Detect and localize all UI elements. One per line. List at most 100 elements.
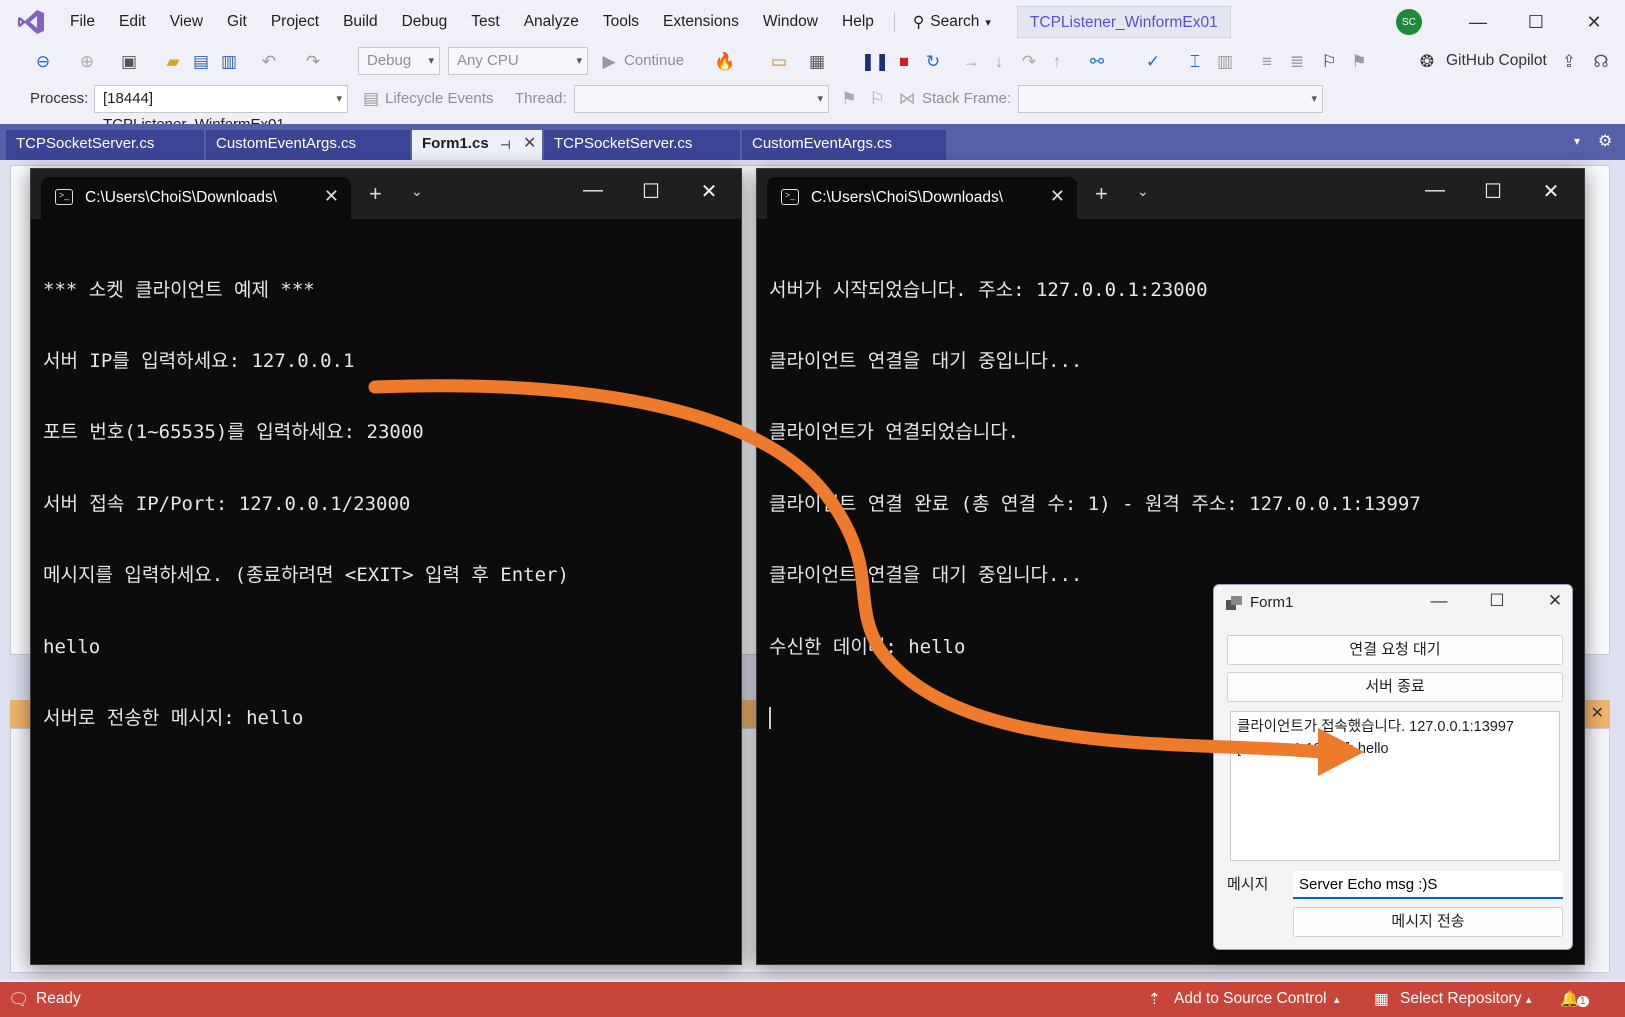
step-into-icon[interactable]: ↓ bbox=[988, 51, 1010, 73]
step-out-icon[interactable]: ↑ bbox=[1046, 51, 1068, 73]
process-dropdown[interactable]: [18444] TCPListener_WinformEx01. bbox=[94, 85, 348, 133]
terminal-line: 서버로 전송한 메시지: hello bbox=[43, 706, 304, 729]
close-icon[interactable]: ✕ bbox=[691, 179, 727, 204]
share-icon[interactable]: ⇪ bbox=[1558, 51, 1580, 73]
terminal-line: 서버 IP를 입력하세요: 127.0.0.1 bbox=[43, 349, 355, 372]
add-to-source-control-button[interactable]: Add to Source Control bbox=[1174, 990, 1327, 1008]
diagnostics-icon[interactable]: ⚯ bbox=[1086, 51, 1108, 73]
menu-help[interactable]: Help bbox=[830, 6, 886, 38]
stack-frame-dropdown[interactable] bbox=[1018, 85, 1323, 113]
search-button[interactable]: ⚲ Search ▾ bbox=[903, 13, 1001, 32]
tab-customeventargs-2[interactable]: CustomEventArgs.cs bbox=[742, 130, 946, 160]
chevron-down-icon[interactable]: ⌄ bbox=[1137, 183, 1149, 200]
columns-icon[interactable]: ▥ bbox=[1214, 51, 1236, 73]
back-icon[interactable]: ⊖ bbox=[32, 51, 54, 73]
stop-debugging-icon[interactable]: ■ bbox=[893, 51, 915, 73]
pin-icon[interactable]: ⊣ bbox=[500, 131, 511, 159]
tab-tcpsocketserver[interactable]: TCPSocketServer.cs bbox=[6, 130, 204, 160]
minimize-icon[interactable]: — bbox=[1422, 591, 1456, 611]
gear-icon[interactable]: ⚙ bbox=[1598, 131, 1612, 151]
terminal-tab[interactable]: >_ C:\Users\ChoiS\Downloads\ ✕ bbox=[41, 177, 351, 219]
terminal-titlebar: >_ C:\Users\ChoiS\Downloads\ ✕ + ⌄ — ☐ ✕ bbox=[757, 169, 1584, 219]
outdent-icon[interactable]: ≣ bbox=[1286, 51, 1308, 73]
menu-test[interactable]: Test bbox=[459, 6, 511, 38]
spell-check-icon[interactable]: ✓ bbox=[1142, 51, 1164, 73]
close-tab-icon[interactable]: ✕ bbox=[324, 186, 339, 207]
tab-form1[interactable]: Form1.cs ⊣ ✕ bbox=[412, 130, 542, 160]
close-icon[interactable]: ✕ bbox=[1574, 8, 1614, 36]
tab-customeventargs[interactable]: CustomEventArgs.cs bbox=[206, 130, 410, 160]
account-avatar[interactable]: SC bbox=[1396, 9, 1422, 35]
log-item[interactable]: 클라이언트가 접속했습니다. 127.0.0.1:13997 bbox=[1237, 716, 1553, 738]
bookmark-icon[interactable]: ⚐ bbox=[1318, 51, 1340, 73]
chevron-up-icon: ▴ bbox=[1526, 994, 1532, 1006]
restart-icon[interactable]: ↻ bbox=[922, 51, 944, 73]
save-icon[interactable]: ▤ bbox=[190, 51, 212, 73]
chevron-down-icon[interactable]: ⌄ bbox=[411, 183, 423, 200]
close-icon[interactable]: ✕ bbox=[1538, 591, 1572, 611]
maximize-icon[interactable]: ☐ bbox=[1480, 591, 1514, 611]
maximize-icon[interactable]: ☐ bbox=[1516, 8, 1556, 36]
select-icon[interactable]: ⌶ bbox=[1184, 51, 1206, 73]
menu-analyze[interactable]: Analyze bbox=[512, 6, 591, 38]
message-input[interactable] bbox=[1293, 871, 1563, 899]
forward-icon[interactable]: ⊕ bbox=[76, 51, 98, 73]
log-item[interactable]: [127.0.0.1:13997]: hello bbox=[1237, 738, 1553, 760]
step-over-icon[interactable]: → bbox=[960, 51, 982, 73]
undo-icon[interactable]: ↶ bbox=[258, 51, 280, 73]
new-tab-icon[interactable]: + bbox=[1095, 181, 1108, 207]
save-all-icon[interactable]: ▥ bbox=[218, 51, 240, 73]
wait-connection-button[interactable]: 연결 요청 대기 bbox=[1227, 635, 1563, 665]
log-listbox[interactable]: 클라이언트가 접속했습니다. 127.0.0.1:13997 [127.0.0.… bbox=[1230, 711, 1560, 861]
menu-build[interactable]: Build bbox=[331, 6, 389, 38]
close-tab-icon[interactable]: ✕ bbox=[1050, 186, 1065, 207]
flag-icon[interactable]: ⚑ bbox=[838, 88, 860, 110]
close-pane-icon[interactable]: ✕ bbox=[1591, 703, 1604, 723]
thread-dropdown[interactable] bbox=[574, 85, 829, 113]
feedback-icon[interactable]: ☊ bbox=[1590, 51, 1612, 73]
menu-file[interactable]: File bbox=[58, 6, 107, 38]
stop-server-button[interactable]: 서버 종료 bbox=[1227, 672, 1563, 702]
new-tab-icon[interactable]: + bbox=[369, 181, 382, 207]
redo-icon[interactable]: ↷ bbox=[302, 51, 324, 73]
window-layout-icon[interactable]: ▦ bbox=[806, 51, 828, 73]
open-folder-icon[interactable]: ▰ bbox=[162, 51, 184, 73]
minimize-icon[interactable]: — bbox=[1458, 8, 1498, 36]
lifecycle-events-button[interactable]: Lifecycle Events bbox=[385, 85, 493, 113]
bookmark-prev-icon[interactable]: ⚑ bbox=[1348, 51, 1370, 73]
maximize-icon[interactable]: ☐ bbox=[1475, 179, 1511, 204]
menu-git[interactable]: Git bbox=[215, 6, 259, 38]
output-window-icon[interactable]: 🗨 bbox=[8, 990, 30, 1010]
show-threads-icon[interactable]: ⋈ bbox=[896, 88, 918, 110]
flag-threads-icon[interactable]: ⚐ bbox=[866, 88, 888, 110]
menu-view[interactable]: View bbox=[158, 6, 215, 38]
new-project-icon[interactable]: ▣ bbox=[118, 51, 140, 73]
menu-edit[interactable]: Edit bbox=[107, 6, 158, 38]
terminal-tab[interactable]: >_ C:\Users\ChoiS\Downloads\ ✕ bbox=[767, 177, 1077, 219]
tab-label: TCPSocketServer.cs bbox=[554, 135, 693, 152]
maximize-icon[interactable]: ☐ bbox=[633, 179, 669, 204]
menu-extensions[interactable]: Extensions bbox=[651, 6, 751, 38]
indent-icon[interactable]: ≡ bbox=[1256, 51, 1278, 73]
github-copilot-button[interactable]: GitHub Copilot bbox=[1446, 47, 1547, 75]
menu-window[interactable]: Window bbox=[751, 6, 830, 38]
send-message-button[interactable]: 메시지 전송 bbox=[1293, 907, 1563, 937]
solution-platform-dropdown[interactable]: Any CPU bbox=[448, 47, 588, 75]
close-tab-icon[interactable]: ✕ bbox=[523, 130, 536, 158]
tab-list-dropdown-icon[interactable]: ▾ bbox=[1574, 134, 1580, 148]
continue-button[interactable]: Continue bbox=[624, 47, 684, 75]
break-all-icon[interactable]: ❚❚ bbox=[861, 51, 890, 73]
terminal-icon: >_ bbox=[55, 189, 73, 205]
close-icon[interactable]: ✕ bbox=[1533, 179, 1569, 204]
hot-reload-icon[interactable]: 🔥 bbox=[714, 51, 736, 73]
minimize-icon[interactable]: — bbox=[1417, 179, 1453, 202]
menu-tools[interactable]: Tools bbox=[591, 6, 651, 38]
select-repository-button[interactable]: Select Repository bbox=[1400, 990, 1521, 1008]
minimize-icon[interactable]: — bbox=[575, 179, 611, 202]
tab-tcpsocketserver-2[interactable]: TCPSocketServer.cs bbox=[544, 130, 740, 160]
menu-debug[interactable]: Debug bbox=[390, 6, 460, 38]
solution-configuration-dropdown[interactable]: Debug bbox=[358, 47, 440, 75]
step-back-icon[interactable]: ↷ bbox=[1018, 51, 1040, 73]
menu-project[interactable]: Project bbox=[259, 6, 331, 38]
browse-folder-icon[interactable]: ▭ bbox=[768, 51, 790, 73]
